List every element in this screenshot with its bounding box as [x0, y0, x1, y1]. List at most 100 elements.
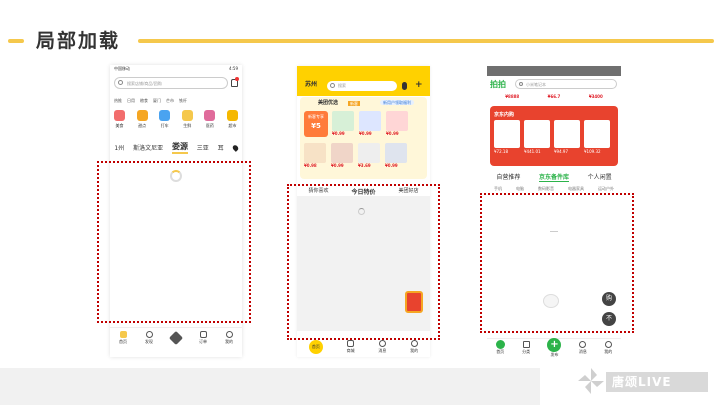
add-icon[interactable]: + [415, 81, 423, 90]
new-user-link[interactable]: 新用户领取福利 [380, 100, 414, 105]
hot-word[interactable]: 日用 [127, 98, 135, 103]
banner-product[interactable]: ¥441.01 [524, 120, 550, 154]
price-tag: ¥3400 [588, 94, 603, 99]
category-item[interactable]: 超市 [226, 110, 238, 128]
nav-me[interactable]: 我的 [225, 330, 233, 345]
product-item[interactable]: ¥3.69 [358, 143, 380, 168]
pinwheel-logo-icon [578, 368, 604, 394]
search-box[interactable]: 搜索 [327, 81, 397, 91]
user-icon [410, 340, 418, 347]
microphone-icon[interactable] [402, 82, 407, 90]
banner-product[interactable]: ¥109.32 [584, 120, 610, 154]
category-item[interactable]: 打车 [159, 110, 171, 128]
discover-icon [145, 330, 153, 338]
footer-strip [0, 368, 540, 405]
product-item[interactable]: ¥0.99 [359, 111, 381, 136]
hot-word[interactable]: 铁杆 [179, 98, 187, 103]
hot-word[interactable]: 热推 [114, 98, 122, 103]
tab-personal-idle[interactable]: 个人闲置 [588, 172, 612, 182]
nav-home[interactable]: 首页 [119, 330, 127, 345]
product-price: ¥441.01 [524, 149, 541, 154]
price-tag: ¥66.7 [547, 94, 561, 99]
nav-home[interactable]: 首页 [308, 340, 323, 354]
search-icon [519, 82, 523, 86]
category-icon [226, 110, 238, 121]
tab-bar: 自营推荐 京东备件库 个人闲置 [487, 172, 621, 182]
tab-city[interactable]: 斯洛文尼亚 [133, 143, 163, 152]
hot-word[interactable]: 粮食 [140, 98, 148, 103]
category-icon [204, 110, 216, 121]
coupon-card[interactable]: 新客专享 ¥5 [304, 111, 328, 137]
nav-discover[interactable]: 发现 [145, 330, 153, 345]
search-box[interactable]: 小米笔记本 [515, 79, 617, 89]
tab-self-recommend[interactable]: 自营推荐 [496, 172, 520, 182]
bottom-nav: 首页 分类 + 发布 消息 我的 [487, 337, 621, 358]
nav-messages[interactable]: 消息 [378, 340, 386, 354]
status-time: 4:59 [229, 66, 238, 71]
search-box[interactable]: 搜索店铺/商品/团购 [114, 77, 228, 89]
user-icon [225, 330, 233, 338]
banner-product[interactable]: ¥94.97 [554, 120, 580, 154]
orders-icon [199, 330, 207, 338]
hot-word[interactable]: 厦门 [153, 98, 161, 103]
banner-product[interactable]: ¥72.18 [494, 120, 520, 154]
jd-banner[interactable]: 京东内购 ¥72.18 ¥441.01 ¥94.97 ¥109.32 [490, 106, 618, 166]
location-icon[interactable] [231, 143, 239, 152]
product-image [584, 120, 610, 148]
product-price: ¥0.99 [332, 131, 345, 136]
nav-orders[interactable]: 订单 [199, 330, 207, 345]
plus-icon: + [547, 337, 562, 352]
product-image [358, 143, 380, 163]
product-item[interactable]: ¥0.99 [331, 143, 353, 168]
product-item[interactable]: ¥0.99 [385, 143, 407, 168]
promo-card[interactable]: 美团优选 新客 新用户领取福利 新客专享 ¥5 ¥0.99 ¥0.99 ¥0.9… [300, 97, 427, 179]
status-bar [487, 66, 621, 76]
city-selector[interactable]: 苏州 [305, 82, 317, 88]
nav-label: 我的 [410, 348, 419, 353]
coupon-label: 新客专享 [308, 114, 324, 119]
promo-badge: 新客 [348, 101, 360, 106]
nav-me[interactable]: 我的 [410, 340, 418, 354]
tab-city[interactable]: 1州 [114, 143, 124, 152]
nav-me[interactable]: 我的 [604, 340, 612, 355]
category-item[interactable]: 美食 [114, 110, 125, 128]
search-placeholder: 搜索店铺/商品/团购 [127, 81, 162, 86]
tab-jd-spare-parts[interactable]: 京东备件库 [538, 172, 569, 182]
category-item[interactable]: 甜点 [136, 110, 148, 128]
tab-city[interactable]: 三亚 [197, 143, 209, 152]
product-price: ¥0.99 [331, 163, 344, 168]
message-icon [579, 340, 587, 348]
nav-home[interactable]: 首页 [495, 340, 505, 355]
category-item[interactable]: 生鲜 [181, 110, 193, 128]
product-item[interactable]: ¥0.99 [332, 111, 354, 136]
coupon-value: ¥5 [311, 122, 321, 130]
nav-label: 我的 [225, 338, 233, 344]
category-icon [159, 110, 171, 121]
nav-category[interactable]: 分类 [522, 340, 530, 355]
nav-publish[interactable]: + 发布 [547, 337, 562, 358]
subtab[interactable]: 电脑 [516, 186, 524, 191]
mall-icon [347, 340, 355, 347]
nav-label: 消息 [578, 348, 587, 354]
tab-city-active[interactable]: 娄源 [171, 141, 188, 154]
subtab[interactable]: 手机 [494, 186, 502, 191]
nav-label: 商城 [346, 348, 355, 353]
banner-title: 京东内购 [494, 112, 515, 118]
subtab[interactable]: 运动户外 [598, 186, 614, 191]
subtab[interactable]: 数码影音 [538, 186, 554, 191]
product-item[interactable]: ¥0.99 [386, 111, 408, 136]
subtab[interactable]: 电器家具 [568, 186, 584, 191]
hot-word[interactable]: 芒市 [166, 98, 174, 103]
nav-mall[interactable]: 商城 [347, 340, 355, 354]
nav-center[interactable] [168, 330, 184, 345]
nav-messages[interactable]: 消息 [578, 340, 587, 355]
status-carrier: 中国移动 [114, 66, 130, 71]
price-tag: ¥8888 [505, 94, 520, 99]
subtab-bar: 手机 电脑 数码影音 电器家具 运动户外 [487, 186, 621, 191]
tab-city[interactable]: 耳 [218, 143, 224, 152]
category-item[interactable]: 医药 [204, 110, 216, 128]
product-price: ¥72.18 [494, 149, 508, 154]
category-label: 美食 [115, 123, 124, 128]
product-item[interactable]: ¥0.98 [304, 143, 326, 168]
brand-name: 唐颂LIVE [612, 375, 672, 389]
